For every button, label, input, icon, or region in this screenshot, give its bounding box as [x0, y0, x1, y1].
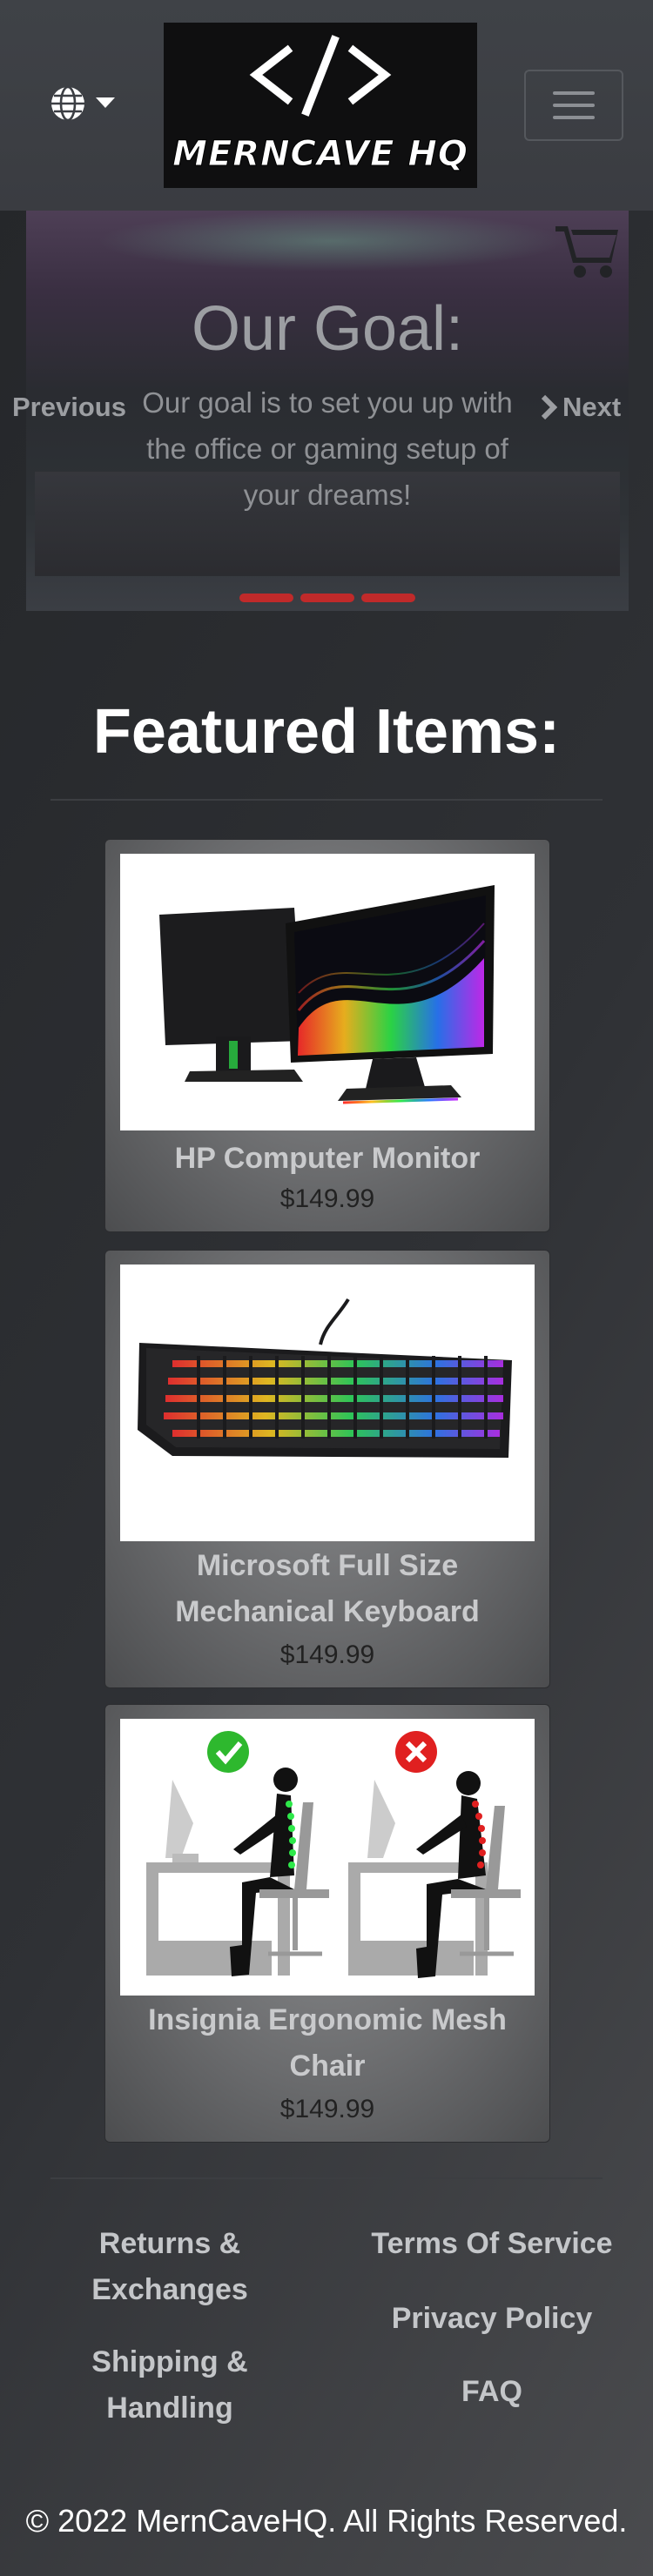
menu-toggle-button[interactable] — [524, 70, 623, 141]
product-name[interactable]: HP Computer Monitor — [123, 1136, 532, 1182]
footer-link-shipping[interactable]: Shipping & Handling — [61, 2339, 279, 2432]
product-image-chair[interactable] — [120, 1719, 535, 1996]
chair-posture-image — [146, 1731, 521, 1978]
chevron-right-icon — [541, 394, 557, 420]
footer-divider — [50, 2177, 603, 2179]
carousel-next-label: Next — [562, 392, 622, 422]
product-name[interactable]: Insignia Ergonomic Mesh Chair — [123, 1997, 532, 2090]
carousel-previous-label: Previous — [12, 392, 126, 422]
copyright-text: © 2022 MernCaveHQ. All Rights Reserved. — [25, 2503, 628, 2539]
product-price: $149.99 — [279, 2095, 375, 2123]
footer-link-privacy[interactable]: Privacy Policy — [331, 2296, 653, 2342]
shopping-cart-icon[interactable] — [555, 223, 620, 280]
globe-icon — [51, 85, 84, 122]
footer-link-returns[interactable]: Returns & Exchanges — [61, 2221, 279, 2313]
product-card[interactable]: Insignia Ergonomic Mesh Chair $149.99 — [104, 1704, 550, 2143]
monitor-image — [159, 885, 495, 1104]
code-brackets-icon — [249, 35, 392, 117]
product-card[interactable]: Microsoft Full Size Mechanical Keyboard … — [104, 1250, 550, 1688]
product-name[interactable]: Microsoft Full Size Mechanical Keyboard — [123, 1543, 532, 1635]
carousel-indicator[interactable] — [361, 594, 415, 602]
hamburger-menu-icon — [553, 91, 595, 95]
carousel-next-button[interactable]: Next — [540, 392, 621, 423]
carousel-indicators — [26, 594, 629, 602]
product-image-monitor[interactable] — [120, 854, 535, 1130]
carousel-previous-button[interactable]: Previous — [12, 392, 126, 423]
product-price: $149.99 — [279, 1184, 375, 1213]
keyboard-image — [138, 1298, 512, 1458]
slide-background-glow — [96, 211, 566, 272]
featured-divider — [50, 799, 603, 801]
carousel-indicator[interactable] — [300, 594, 354, 602]
slide-caption: Our goal is to set you up with the offic… — [142, 386, 513, 511]
logo-text: MERNCAVE HQ — [172, 134, 468, 175]
navbar: MERNCAVE HQ — [0, 0, 653, 211]
featured-title: Featured Items: — [92, 697, 561, 767]
footer-link-faq[interactable]: FAQ — [331, 2369, 653, 2415]
footer-link-terms[interactable]: Terms Of Service — [331, 2221, 653, 2267]
slide-title: Our Goal: — [191, 294, 464, 364]
caret-down-icon — [96, 97, 115, 108]
brand-logo[interactable]: MERNCAVE HQ — [164, 23, 477, 188]
carousel-indicator[interactable] — [239, 594, 293, 602]
product-price: $149.99 — [279, 1640, 375, 1669]
product-card[interactable]: HP Computer Monitor $149.99 — [104, 839, 550, 1232]
language-selector[interactable] — [49, 82, 122, 125]
product-image-keyboard[interactable] — [120, 1265, 535, 1541]
